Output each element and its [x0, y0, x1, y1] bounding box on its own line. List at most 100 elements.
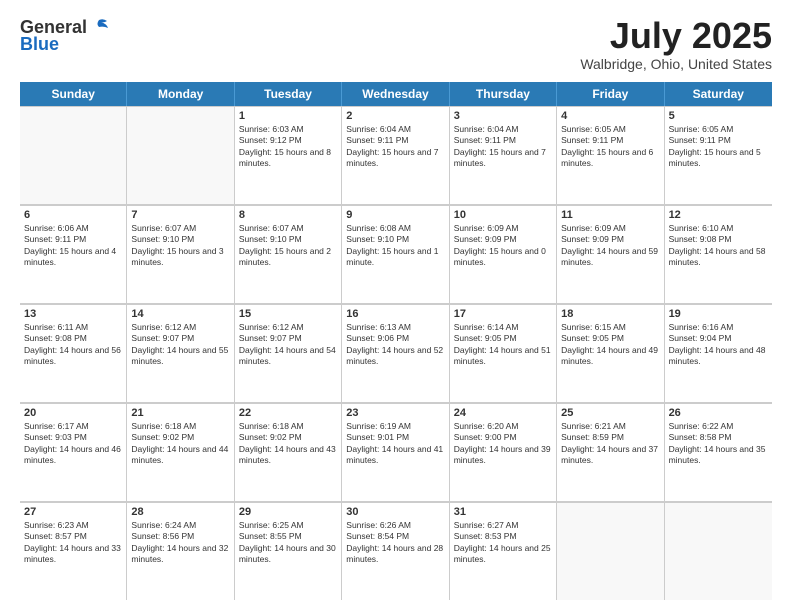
cell-sun-info: Sunrise: 6:06 AMSunset: 9:11 PMDaylight:…	[24, 223, 122, 269]
day-number: 3	[454, 110, 552, 122]
day-number: 8	[239, 209, 337, 221]
day-number: 18	[561, 308, 659, 320]
calendar-cell: 22 Sunrise: 6:18 AMSunset: 9:02 PMDayligh…	[235, 403, 342, 501]
day-number: 31	[454, 506, 552, 518]
cell-sun-info: Sunrise: 6:26 AMSunset: 8:54 PMDaylight:…	[346, 520, 444, 566]
calendar-cell: 24 Sunrise: 6:20 AMSunset: 9:00 PMDayligh…	[450, 403, 557, 501]
weekday-header-sunday: Sunday	[20, 82, 127, 106]
calendar-cell: 26 Sunrise: 6:22 AMSunset: 8:58 PMDayligh…	[665, 403, 772, 501]
day-number: 24	[454, 407, 552, 419]
day-number: 23	[346, 407, 444, 419]
weekday-header-friday: Friday	[557, 82, 664, 106]
day-number: 16	[346, 308, 444, 320]
calendar-week-5: 27 Sunrise: 6:23 AMSunset: 8:57 PMDayligh…	[20, 502, 772, 600]
cell-sun-info: Sunrise: 6:11 AMSunset: 9:08 PMDaylight:…	[24, 322, 122, 368]
calendar-cell: 18 Sunrise: 6:15 AMSunset: 9:05 PMDayligh…	[557, 304, 664, 402]
logo-bird-icon	[89, 16, 111, 38]
calendar-cell: 23 Sunrise: 6:19 AMSunset: 9:01 PMDayligh…	[342, 403, 449, 501]
day-number: 1	[239, 110, 337, 122]
calendar-cell: 3 Sunrise: 6:04 AMSunset: 9:11 PMDaylight…	[450, 106, 557, 204]
calendar-cell: 6Sunrise: 6:06 AMSunset: 9:11 PMDaylight…	[20, 205, 127, 303]
day-number: 20	[24, 407, 122, 419]
cell-sun-info: Sunrise: 6:13 AMSunset: 9:06 PMDaylight:…	[346, 322, 444, 368]
header: General Blue July 2025 Walbridge, Ohio, …	[20, 16, 772, 72]
cell-sun-info: Sunrise: 6:18 AMSunset: 9:02 PMDaylight:…	[239, 421, 337, 467]
day-number: 27	[24, 506, 122, 518]
cell-sun-info: Sunrise: 6:23 AMSunset: 8:57 PMDaylight:…	[24, 520, 122, 566]
day-number: 19	[669, 308, 768, 320]
cell-sun-info: Sunrise: 6:03 AMSunset: 9:12 PMDaylight:…	[239, 124, 337, 170]
calendar-cell: 28Sunrise: 6:24 AMSunset: 8:56 PMDayligh…	[127, 502, 234, 600]
calendar-week-2: 6Sunrise: 6:06 AMSunset: 9:11 PMDaylight…	[20, 205, 772, 304]
calendar-cell: 5 Sunrise: 6:05 AMSunset: 9:11 PMDaylight…	[665, 106, 772, 204]
calendar-cell: 20Sunrise: 6:17 AMSunset: 9:03 PMDayligh…	[20, 403, 127, 501]
cell-sun-info: Sunrise: 6:07 AMSunset: 9:10 PMDaylight:…	[131, 223, 229, 269]
main-title: July 2025	[580, 16, 772, 56]
cell-sun-info: Sunrise: 6:20 AMSunset: 9:00 PMDaylight:…	[454, 421, 552, 467]
day-number: 25	[561, 407, 659, 419]
weekday-header-wednesday: Wednesday	[342, 82, 449, 106]
calendar: SundayMondayTuesdayWednesdayThursdayFrid…	[20, 82, 772, 600]
day-number: 5	[669, 110, 768, 122]
cell-sun-info: Sunrise: 6:09 AMSunset: 9:09 PMDaylight:…	[454, 223, 552, 269]
calendar-body: 1 Sunrise: 6:03 AMSunset: 9:12 PMDaylight…	[20, 106, 772, 600]
cell-sun-info: Sunrise: 6:25 AMSunset: 8:55 PMDaylight:…	[239, 520, 337, 566]
cell-sun-info: Sunrise: 6:12 AMSunset: 9:07 PMDaylight:…	[239, 322, 337, 368]
weekday-header-saturday: Saturday	[665, 82, 772, 106]
calendar-week-1: 1 Sunrise: 6:03 AMSunset: 9:12 PMDaylight…	[20, 106, 772, 205]
calendar-cell: 1 Sunrise: 6:03 AMSunset: 9:12 PMDaylight…	[235, 106, 342, 204]
calendar-cell: 19 Sunrise: 6:16 AMSunset: 9:04 PMDayligh…	[665, 304, 772, 402]
calendar-week-3: 13Sunrise: 6:11 AMSunset: 9:08 PMDayligh…	[20, 304, 772, 403]
cell-sun-info: Sunrise: 6:08 AMSunset: 9:10 PMDaylight:…	[346, 223, 444, 269]
day-number: 12	[669, 209, 768, 221]
calendar-cell: 17Sunrise: 6:14 AMSunset: 9:05 PMDayligh…	[450, 304, 557, 402]
day-number: 21	[131, 407, 229, 419]
cell-sun-info: Sunrise: 6:12 AMSunset: 9:07 PMDaylight:…	[131, 322, 229, 368]
day-number: 26	[669, 407, 768, 419]
day-number: 14	[131, 308, 229, 320]
calendar-cell: 4 Sunrise: 6:05 AMSunset: 9:11 PMDaylight…	[557, 106, 664, 204]
cell-sun-info: Sunrise: 6:27 AMSunset: 8:53 PMDaylight:…	[454, 520, 552, 566]
cell-sun-info: Sunrise: 6:10 AMSunset: 9:08 PMDaylight:…	[669, 223, 768, 269]
cell-sun-info: Sunrise: 6:15 AMSunset: 9:05 PMDaylight:…	[561, 322, 659, 368]
cell-sun-info: Sunrise: 6:22 AMSunset: 8:58 PMDaylight:…	[669, 421, 768, 467]
cell-sun-info: Sunrise: 6:19 AMSunset: 9:01 PMDaylight:…	[346, 421, 444, 467]
calendar-week-4: 20Sunrise: 6:17 AMSunset: 9:03 PMDayligh…	[20, 403, 772, 502]
calendar-cell: 29 Sunrise: 6:25 AMSunset: 8:55 PMDayligh…	[235, 502, 342, 600]
calendar-cell: 7 Sunrise: 6:07 AMSunset: 9:10 PMDaylight…	[127, 205, 234, 303]
day-number: 2	[346, 110, 444, 122]
day-number: 22	[239, 407, 337, 419]
page: General Blue July 2025 Walbridge, Ohio, …	[0, 0, 792, 612]
calendar-cell: 15Sunrise: 6:12 AMSunset: 9:07 PMDayligh…	[235, 304, 342, 402]
day-number: 9	[346, 209, 444, 221]
title-block: July 2025 Walbridge, Ohio, United States	[580, 16, 772, 72]
calendar-cell: 14 Sunrise: 6:12 AMSunset: 9:07 PMDayligh…	[127, 304, 234, 402]
weekday-header-thursday: Thursday	[450, 82, 557, 106]
day-number: 29	[239, 506, 337, 518]
calendar-cell	[665, 502, 772, 600]
calendar-cell: 31 Sunrise: 6:27 AMSunset: 8:53 PMDayligh…	[450, 502, 557, 600]
calendar-cell: 30Sunrise: 6:26 AMSunset: 8:54 PMDayligh…	[342, 502, 449, 600]
cell-sun-info: Sunrise: 6:04 AMSunset: 9:11 PMDaylight:…	[346, 124, 444, 170]
cell-sun-info: Sunrise: 6:24 AMSunset: 8:56 PMDaylight:…	[131, 520, 229, 566]
cell-sun-info: Sunrise: 6:05 AMSunset: 9:11 PMDaylight:…	[561, 124, 659, 170]
calendar-cell: 16 Sunrise: 6:13 AMSunset: 9:06 PMDayligh…	[342, 304, 449, 402]
day-number: 4	[561, 110, 659, 122]
cell-sun-info: Sunrise: 6:05 AMSunset: 9:11 PMDaylight:…	[669, 124, 768, 170]
calendar-cell: 12 Sunrise: 6:10 AMSunset: 9:08 PMDayligh…	[665, 205, 772, 303]
cell-sun-info: Sunrise: 6:04 AMSunset: 9:11 PMDaylight:…	[454, 124, 552, 170]
sub-title: Walbridge, Ohio, United States	[580, 56, 772, 72]
cell-sun-info: Sunrise: 6:16 AMSunset: 9:04 PMDaylight:…	[669, 322, 768, 368]
calendar-cell: 21 Sunrise: 6:18 AMSunset: 9:02 PMDayligh…	[127, 403, 234, 501]
calendar-cell: 13Sunrise: 6:11 AMSunset: 9:08 PMDayligh…	[20, 304, 127, 402]
cell-sun-info: Sunrise: 6:18 AMSunset: 9:02 PMDaylight:…	[131, 421, 229, 467]
day-number: 11	[561, 209, 659, 221]
calendar-cell	[127, 106, 234, 204]
day-number: 7	[131, 209, 229, 221]
calendar-cell: 25 Sunrise: 6:21 AMSunset: 8:59 PMDayligh…	[557, 403, 664, 501]
calendar-cell: 9 Sunrise: 6:08 AMSunset: 9:10 PMDaylight…	[342, 205, 449, 303]
calendar-cell: 10Sunrise: 6:09 AMSunset: 9:09 PMDayligh…	[450, 205, 557, 303]
calendar-cell: 27 Sunrise: 6:23 AMSunset: 8:57 PMDayligh…	[20, 502, 127, 600]
cell-sun-info: Sunrise: 6:21 AMSunset: 8:59 PMDaylight:…	[561, 421, 659, 467]
calendar-cell: 8Sunrise: 6:07 AMSunset: 9:10 PMDaylight…	[235, 205, 342, 303]
